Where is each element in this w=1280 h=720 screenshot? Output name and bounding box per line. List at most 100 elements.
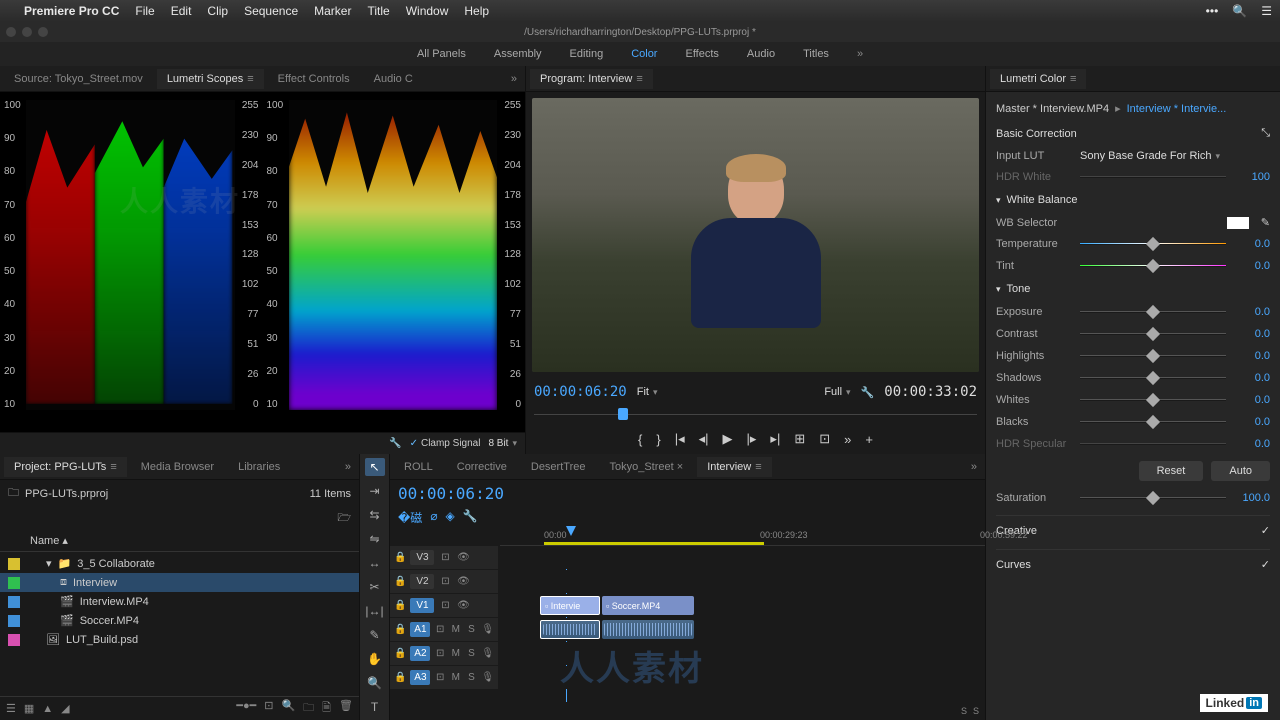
mark-in-icon[interactable]: { xyxy=(638,432,642,447)
pen-tool-icon[interactable]: ✎ xyxy=(365,626,385,644)
workspace-effects[interactable]: Effects xyxy=(685,48,718,60)
rate-tool-icon[interactable]: ↔ xyxy=(365,554,385,572)
marker-icon[interactable]: ◈ xyxy=(446,509,455,526)
lumetri-sequence-clip[interactable]: Interview * Intervie... xyxy=(1127,103,1227,115)
slip-tool-icon[interactable]: |↔| xyxy=(365,602,385,620)
tint-slider[interactable] xyxy=(1080,259,1226,273)
menu-file[interactable]: File xyxy=(135,4,154,18)
eye-icon[interactable]: 👁 xyxy=(456,600,470,611)
track-lane[interactable] xyxy=(498,666,985,689)
tab-lumetri-scopes[interactable]: Lumetri Scopes≡ xyxy=(157,69,264,89)
mute-icon[interactable]: M xyxy=(450,672,462,683)
rolling-tool-icon[interactable]: ⇋ xyxy=(365,530,385,548)
close-icon[interactable] xyxy=(6,27,16,37)
project-row[interactable]: 🖼 LUT_Build.psd xyxy=(0,630,359,649)
menu-marker[interactable]: Marker xyxy=(314,4,351,18)
spotlight-icon[interactable]: 🔍 xyxy=(1232,4,1247,18)
tab-seq-roll[interactable]: ROLL xyxy=(394,457,443,477)
clamp-signal-toggle[interactable]: Clamp Signal xyxy=(410,438,481,449)
lock-icon[interactable]: 🔒 xyxy=(394,672,406,683)
workspace-color[interactable]: Color xyxy=(631,48,657,60)
razor-tool-icon[interactable]: ✂ xyxy=(365,578,385,596)
auto-button[interactable]: Auto xyxy=(1211,461,1270,481)
workspace-overflow-icon[interactable]: » xyxy=(857,48,863,60)
timeline-clip[interactable]: ▫ Intervie xyxy=(540,596,600,615)
tab-seq-tokyo[interactable]: Tokyo_Street × xyxy=(599,457,693,477)
whites-slider[interactable] xyxy=(1080,393,1226,407)
new-bin-icon[interactable]: 🗀 xyxy=(303,699,314,718)
sync-lock-icon[interactable]: ⊡ xyxy=(434,648,446,659)
mark-out-icon[interactable]: } xyxy=(656,432,660,447)
section-white-balance[interactable]: White Balance xyxy=(996,188,1270,212)
reset-button[interactable]: Reset xyxy=(1139,461,1204,481)
solo-icon[interactable]: S xyxy=(466,648,478,659)
zoom-tool-icon[interactable]: 🔍 xyxy=(365,674,385,692)
track-target[interactable]: V1 xyxy=(410,598,434,613)
voice-icon[interactable]: 🎙 xyxy=(481,624,494,635)
tab-libraries[interactable]: Libraries xyxy=(228,457,290,477)
add-button-icon[interactable]: + xyxy=(865,432,873,447)
track-target[interactable]: A2 xyxy=(410,646,430,661)
lock-icon[interactable]: 🔒 xyxy=(394,648,406,659)
track-lane[interactable] xyxy=(498,570,985,593)
sync-lock-icon[interactable]: ⊡ xyxy=(438,600,452,611)
insert-icon[interactable]: ⊞ xyxy=(794,431,805,447)
highlights-slider[interactable] xyxy=(1080,349,1226,363)
mute-icon[interactable]: M xyxy=(450,648,462,659)
track-target[interactable]: V3 xyxy=(410,550,434,565)
menu-edit[interactable]: Edit xyxy=(171,4,192,18)
new-item-icon[interactable]: 🗎 xyxy=(322,699,331,718)
workspace-titles[interactable]: Titles xyxy=(803,48,829,60)
program-timecode-in[interactable]: 00:00:06:20 xyxy=(534,384,627,400)
blacks-slider[interactable] xyxy=(1080,415,1226,429)
find-icon[interactable]: 🔍 xyxy=(281,699,295,718)
timeline-clip[interactable] xyxy=(540,620,600,639)
freeform-icon[interactable]: ▲ xyxy=(42,703,53,715)
link-icon[interactable]: ⌀ xyxy=(430,509,437,526)
lumetri-master-clip[interactable]: Master * Interview.MP4 xyxy=(996,103,1109,115)
track-header[interactable]: 🔒 V1 ⊡ 👁 xyxy=(390,594,498,617)
step-back-icon[interactable]: ◂| xyxy=(699,431,709,447)
tab-seq-corrective[interactable]: Corrective xyxy=(447,457,517,477)
temperature-slider[interactable] xyxy=(1080,237,1226,251)
contrast-slider[interactable] xyxy=(1080,327,1226,341)
lock-icon[interactable]: 🔒 xyxy=(394,600,406,611)
lock-icon[interactable]: 🔒 xyxy=(394,552,406,563)
snap-icon[interactable]: �磁 xyxy=(398,509,422,526)
tabs-overflow-icon[interactable]: » xyxy=(967,461,981,473)
timeline-timecode[interactable]: 00:00:06:20 xyxy=(398,484,504,503)
step-fwd-icon[interactable]: |▸ xyxy=(747,431,757,447)
program-timecode-out[interactable]: 00:00:33:02 xyxy=(884,384,977,400)
tab-project[interactable]: Project: PPG-LUTs≡ xyxy=(4,457,127,477)
menu-help[interactable]: Help xyxy=(464,4,489,18)
project-row[interactable]: ▾ 📁 3_5 Collaborate xyxy=(0,554,359,573)
auto-seq-icon[interactable]: ⊡ xyxy=(264,699,273,718)
shadows-slider[interactable] xyxy=(1080,371,1226,385)
track-target[interactable]: A3 xyxy=(410,670,430,685)
highlights-value[interactable]: 0.0 xyxy=(1232,350,1270,362)
minimize-icon[interactable] xyxy=(22,27,32,37)
contrast-value[interactable]: 0.0 xyxy=(1232,328,1270,340)
section-creative[interactable]: Creative✓ xyxy=(996,515,1270,543)
settings-icon[interactable]: 🔧 xyxy=(861,386,875,399)
go-to-in-icon[interactable]: |◂ xyxy=(675,431,685,447)
track-header[interactable]: 🔒 V2 ⊡ 👁 xyxy=(390,570,498,593)
go-to-out-icon[interactable]: ▸| xyxy=(770,431,780,447)
selection-tool-icon[interactable]: ↖ xyxy=(365,458,385,476)
track-lane[interactable]: ▫ Intervie▫ Soccer.MP4 xyxy=(498,594,985,617)
list-view-icon[interactable]: ☰ xyxy=(6,702,16,715)
scope-waveform[interactable]: 100908070605040302010 255230204178153128… xyxy=(265,94,524,430)
mute-icon[interactable]: M xyxy=(450,624,462,635)
menu-sequence[interactable]: Sequence xyxy=(244,4,298,18)
exposure-slider[interactable] xyxy=(1080,305,1226,319)
menu-window[interactable]: Window xyxy=(406,4,449,18)
track-lane[interactable] xyxy=(498,642,985,665)
overwrite-icon[interactable]: ⊡ xyxy=(819,431,830,447)
track-lane[interactable] xyxy=(498,618,985,641)
tabs-overflow-icon[interactable]: » xyxy=(507,73,521,85)
track-header[interactable]: 🔒 A1 ⊡ MS🎙 xyxy=(390,618,498,641)
tab-source[interactable]: Source: Tokyo_Street.mov xyxy=(4,69,153,89)
zoom-slider-icon[interactable]: ━●━ xyxy=(236,699,256,718)
solo-icon[interactable]: S xyxy=(466,672,478,683)
timeline-ruler[interactable]: 00:00 00:00:29:23 00:00:59:22 xyxy=(500,528,985,546)
